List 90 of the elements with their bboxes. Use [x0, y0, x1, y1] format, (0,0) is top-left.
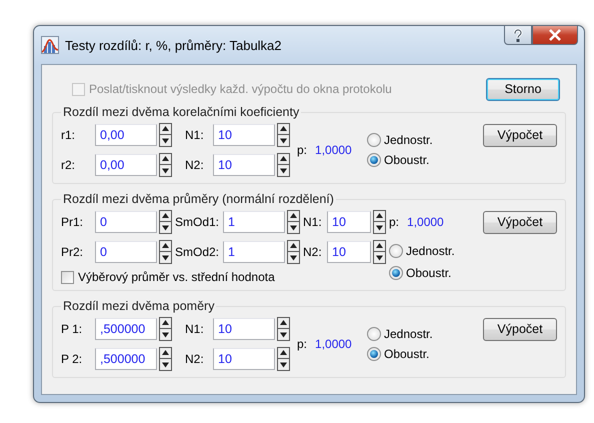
spin-up-button[interactable]	[277, 347, 290, 359]
field-label: Pr2:	[61, 245, 84, 259]
p-label: p:	[297, 337, 308, 351]
number-field[interactable]: 1	[223, 211, 285, 233]
radio-button[interactable]	[367, 153, 381, 167]
help-button[interactable]	[504, 25, 532, 45]
number-field[interactable]: 0,00	[95, 124, 157, 146]
spin-up-button[interactable]	[277, 317, 290, 329]
radio-label: Jednostr.	[406, 244, 455, 258]
field-label: N2:	[185, 352, 204, 366]
window-title: Testy rozdílů: r, %, průměry: Tabulka2	[65, 38, 282, 52]
spin-down-button[interactable]	[159, 359, 172, 371]
group-title: Rozdíl mezi dvěma poměry	[62, 299, 216, 313]
spin-down-button[interactable]	[287, 252, 300, 264]
radio-label: Oboustr.	[384, 347, 430, 361]
spin-up-button[interactable]	[287, 210, 300, 222]
field-label: N2:	[185, 158, 204, 172]
spin-down-button[interactable]	[373, 252, 386, 264]
spin-up-button[interactable]	[159, 123, 172, 135]
checkbox-label: Poslat/tisknout výsledky každ. výpočtu do okna protokolu	[89, 82, 392, 96]
field-label: SmOd2:	[175, 245, 220, 259]
spin-up-button[interactable]	[159, 240, 172, 252]
close-button[interactable]	[532, 25, 578, 45]
radio-label: Oboustr.	[406, 266, 452, 280]
number-field[interactable]: 0	[95, 241, 157, 263]
spin-down-button[interactable]	[159, 165, 172, 177]
cancel-button[interactable]: Storno	[486, 78, 560, 100]
checkbox[interactable]	[61, 270, 74, 284]
number-field[interactable]: 10	[213, 318, 275, 340]
spin-up-button[interactable]	[159, 210, 172, 222]
field-label: P 2:	[61, 352, 82, 366]
number-field[interactable]: 1	[223, 241, 285, 263]
checkbox-label: Výběrový průměr vs. střední hodnota	[78, 270, 275, 284]
spin-down-button[interactable]	[287, 222, 300, 234]
spin-up-button[interactable]	[373, 210, 386, 222]
number-field[interactable]: ,500000	[95, 348, 157, 370]
field-label: Pr1:	[61, 215, 84, 229]
radio-button[interactable]	[367, 327, 381, 341]
calculate-button[interactable]: Výpočet	[483, 124, 557, 146]
field-label: r1:	[61, 128, 76, 142]
spin-down-button[interactable]	[159, 222, 172, 234]
group-title: Rozdíl mezi dvěma průměry (normální rozdělení)	[62, 192, 335, 206]
spin-up-button[interactable]	[159, 153, 172, 165]
spin-up-button[interactable]	[159, 317, 172, 329]
spin-down-button[interactable]	[277, 135, 290, 147]
radio-button[interactable]	[389, 266, 403, 280]
spin-down-button[interactable]	[159, 135, 172, 147]
number-field[interactable]: 10	[213, 124, 275, 146]
p-label: p:	[297, 143, 308, 157]
radio-label: Oboustr.	[384, 153, 430, 167]
spin-up-button[interactable]	[159, 347, 172, 359]
spin-up-button[interactable]	[373, 240, 386, 252]
number-field[interactable]: ,500000	[95, 318, 157, 340]
spin-down-button[interactable]	[159, 329, 172, 341]
number-field[interactable]: 10	[213, 348, 275, 370]
number-field[interactable]: 10	[327, 211, 371, 233]
calculate-button[interactable]: Výpočet	[483, 318, 557, 340]
number-field[interactable]: 0,00	[95, 154, 157, 176]
p-value: 1,0000	[315, 143, 352, 157]
radio-button[interactable]	[367, 347, 381, 361]
field-label: N1:	[185, 322, 204, 336]
number-field[interactable]: 0	[95, 211, 157, 233]
chart-icon	[41, 36, 59, 54]
number-field[interactable]: 10	[327, 241, 371, 263]
radio-button[interactable]	[389, 244, 403, 258]
group-title: Rozdíl mezi dvěma korelačními koeficienty	[62, 105, 300, 119]
field-label: N1:	[185, 128, 204, 142]
spin-up-button[interactable]	[287, 240, 300, 252]
p-value: 1,0000	[407, 215, 444, 229]
p-label: p:	[389, 215, 400, 229]
field-label: N2:	[303, 245, 322, 259]
question-mark-icon	[512, 28, 524, 42]
field-label: P 1:	[61, 322, 82, 336]
spin-down-button[interactable]	[373, 222, 386, 234]
radio-button[interactable]	[367, 133, 381, 147]
spin-down-button[interactable]	[277, 359, 290, 371]
spin-down-button[interactable]	[277, 165, 290, 177]
spin-down-button[interactable]	[277, 329, 290, 341]
number-field[interactable]: 10	[213, 154, 275, 176]
field-label: SmOd1:	[175, 215, 220, 229]
spin-down-button[interactable]	[159, 252, 172, 264]
radio-label: Jednostr.	[384, 133, 433, 147]
spin-up-button[interactable]	[277, 153, 290, 165]
field-label: r2:	[61, 158, 76, 172]
field-label: N1:	[303, 215, 322, 229]
calculate-button[interactable]: Výpočet	[483, 210, 557, 234]
p-value: 1,0000	[315, 337, 352, 351]
close-icon	[548, 29, 562, 41]
radio-label: Jednostr.	[384, 327, 433, 341]
spin-up-button[interactable]	[277, 123, 290, 135]
